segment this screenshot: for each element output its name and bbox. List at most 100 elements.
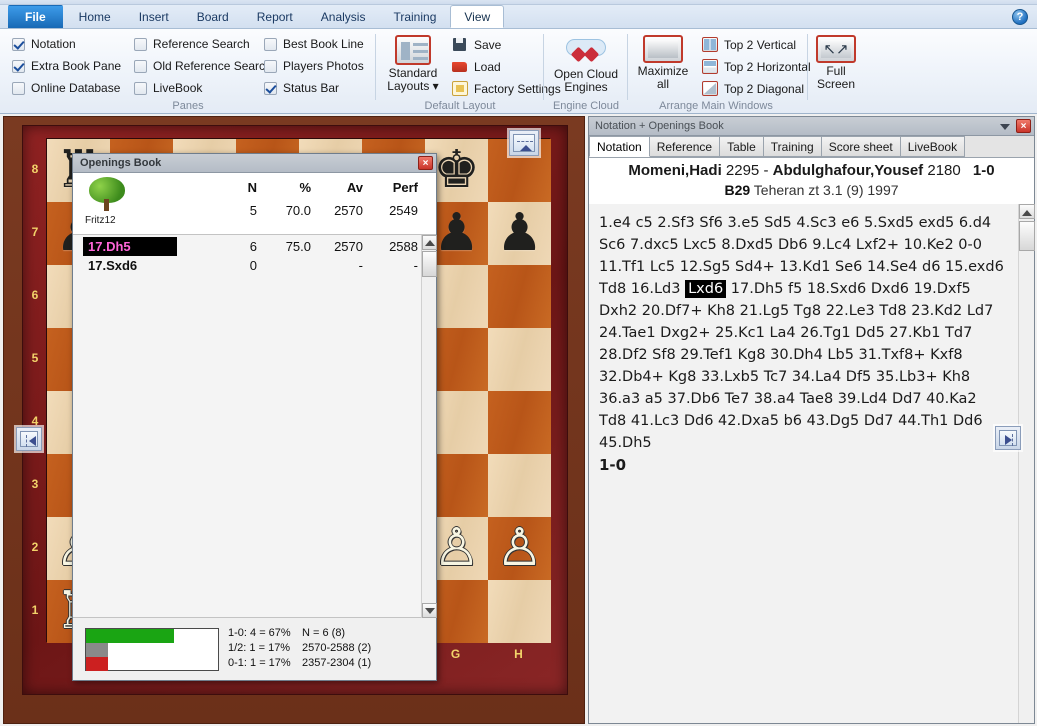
checkbox-notation[interactable]: Notation xyxy=(12,37,76,51)
scroll-up-button[interactable] xyxy=(1019,204,1035,219)
stat-loss-label: 0-1: xyxy=(228,657,247,669)
arrow-right-icon xyxy=(1005,435,1012,445)
ribbon-tab-report[interactable]: Report xyxy=(243,5,307,28)
top2-diagonal-button[interactable]: Top 2 Diagonal xyxy=(702,81,804,96)
square-h7[interactable]: ♟ xyxy=(488,202,551,265)
openings-book-scrollbar[interactable] xyxy=(421,235,436,618)
tab-notation[interactable]: Notation xyxy=(589,136,650,157)
book-move[interactable]: 17.Sxd6 xyxy=(83,256,142,275)
tab-livebook[interactable]: LiveBook xyxy=(901,136,965,157)
ribbon-tab-analysis[interactable]: Analysis xyxy=(307,5,380,28)
checkbox-status-bar[interactable]: Status Bar xyxy=(264,81,339,95)
tab-score-sheet[interactable]: Score sheet xyxy=(822,136,901,157)
scrollbar-thumb[interactable] xyxy=(1019,221,1035,251)
stat-draw-label: 1/2: xyxy=(228,642,246,654)
statistics-numbers: 1-0: 4 = 67%N = 6 (8) 1/2: 1 = 17%2570-2… xyxy=(228,626,371,671)
dock-arrow-right[interactable] xyxy=(995,426,1021,450)
square-h2[interactable]: ♙ xyxy=(488,517,551,580)
checkbox-box-livebook xyxy=(134,82,147,95)
checkbox-players-photos[interactable]: Players Photos xyxy=(264,59,364,73)
book-move-perf: - xyxy=(366,256,418,275)
checkbox-label-livebook: LiveBook xyxy=(153,81,202,95)
checkbox-label-notation: Notation xyxy=(31,37,76,51)
load-layout-button[interactable]: Load xyxy=(452,59,501,74)
top2-horizontal-button[interactable]: Top 2 Horizontal xyxy=(702,59,811,74)
openings-book-header: Fritz12 N % Av Perf 5 70.0 2570 2549 xyxy=(73,173,436,235)
help-icon[interactable]: ? xyxy=(1012,9,1028,25)
standard-layouts-button[interactable]: Standard Layouts ▾ xyxy=(382,35,444,93)
ribbon-tab-file[interactable]: File xyxy=(8,5,63,28)
group-label-default-layout: Default Layout xyxy=(376,100,544,112)
openings-book-engine-name: Fritz12 xyxy=(85,215,116,226)
load-layout-label: Load xyxy=(474,60,501,74)
checkbox-best-book-line[interactable]: Best Book Line xyxy=(264,37,364,51)
tab-table[interactable]: Table xyxy=(720,136,764,157)
checkbox-box-status-bar xyxy=(264,82,277,95)
openings-book-move-list[interactable]: 17.Dh5 6 75.0 2570 2588 17.Sxd6 0 - - xyxy=(73,235,421,618)
ribbon-tab-insert[interactable]: Insert xyxy=(125,5,183,28)
rank-label-2: 2 xyxy=(27,516,43,579)
save-layout-button[interactable]: Save xyxy=(452,37,501,52)
ribbon-tab-training[interactable]: Training xyxy=(379,5,450,28)
maximize-all-button[interactable]: Maximize all xyxy=(632,35,694,91)
checkbox-label-status-bar: Status Bar xyxy=(283,81,339,95)
square-h6[interactable] xyxy=(488,265,551,328)
square-h4[interactable] xyxy=(488,391,551,454)
top2-vertical-button[interactable]: Top 2 Vertical xyxy=(702,37,796,52)
column-header-n: N xyxy=(221,180,257,195)
book-move-n: 6 xyxy=(221,237,257,256)
group-separator-arrange xyxy=(807,34,808,100)
scrollbar-thumb[interactable] xyxy=(422,251,437,277)
square-h3[interactable] xyxy=(488,454,551,517)
scroll-down-button[interactable] xyxy=(422,603,437,618)
ribbon-tab-board[interactable]: Board xyxy=(183,5,243,28)
openings-book-title: Openings Book × xyxy=(73,154,436,173)
chevron-down-icon[interactable]: ▾ xyxy=(429,79,438,93)
checkbox-extra-book-pane[interactable]: Extra Book Pane xyxy=(12,59,121,73)
checkbox-livebook[interactable]: LiveBook xyxy=(134,81,202,95)
game-result: 1-0 xyxy=(973,162,995,179)
open-cloud-engines-button[interactable]: Open Cloud Engines xyxy=(544,35,628,94)
notation-move-text[interactable]: 1.e4 c5 2.Sf3 Sf6 3.e5 Sd5 4.Sc3 e6 5.Sx… xyxy=(589,204,1018,723)
standard-layouts-icon xyxy=(395,35,431,65)
checkbox-reference-search[interactable]: Reference Search xyxy=(134,37,250,51)
dock-arrow-top[interactable] xyxy=(509,130,539,156)
scroll-up-button[interactable] xyxy=(422,235,437,250)
ribbon-tab-view[interactable]: View xyxy=(450,5,504,28)
openings-book-row[interactable]: 17.Sxd6 0 - - xyxy=(73,256,421,275)
arrow-down-icon xyxy=(425,608,435,614)
ribbon-tab-home[interactable]: Home xyxy=(65,5,125,28)
book-move-pct xyxy=(263,256,311,275)
square-h1[interactable] xyxy=(488,580,551,643)
cloud-engines-icon xyxy=(564,37,608,67)
tab-training[interactable]: Training xyxy=(764,136,822,157)
checkbox-online-database[interactable]: Online Database xyxy=(12,81,120,95)
book-move-pct: 75.0 xyxy=(263,237,311,256)
notation-close-button[interactable]: × xyxy=(1016,119,1031,133)
tab-reference[interactable]: Reference xyxy=(650,136,720,157)
notation-result-line: 1-0 xyxy=(599,454,1008,476)
openings-book-row[interactable]: 17.Dh5 6 75.0 2570 2588 xyxy=(73,237,421,256)
openings-book-title-text: Openings Book xyxy=(80,157,161,169)
chevron-down-icon[interactable] xyxy=(1000,124,1010,130)
group-label-arrange: Arrange Main Windows xyxy=(628,100,804,112)
book-tree-icon xyxy=(87,177,127,213)
square-h5[interactable] xyxy=(488,328,551,391)
book-move-av: - xyxy=(313,256,363,275)
openings-book-close-button[interactable]: × xyxy=(418,156,433,170)
stat-draw-value: 1 = 17% xyxy=(249,642,290,654)
book-move-selected[interactable]: 17.Dh5 xyxy=(83,237,177,256)
current-move-highlight[interactable]: Lxd6 xyxy=(685,280,726,298)
arrow-up-icon xyxy=(520,145,532,151)
dock-arrow-left[interactable] xyxy=(16,427,42,451)
full-screen-button[interactable]: ↖↗ Full Screen xyxy=(808,35,864,91)
stat-bar-win xyxy=(86,629,174,643)
stat-bar-draw xyxy=(86,643,108,657)
summary-perf: 2549 xyxy=(366,203,418,218)
game-header: Momeni,Hadi 2295 - Abdulghafour,Yousef 2… xyxy=(589,158,1034,204)
notation-scrollbar[interactable] xyxy=(1018,204,1034,723)
checkbox-old-reference-search[interactable]: Old Reference Search xyxy=(134,59,272,73)
checkbox-label-extra-book-pane: Extra Book Pane xyxy=(31,59,121,73)
book-move-n: 0 xyxy=(221,256,257,275)
stat-elo-range-b: 2357-2304 (1) xyxy=(302,657,371,669)
